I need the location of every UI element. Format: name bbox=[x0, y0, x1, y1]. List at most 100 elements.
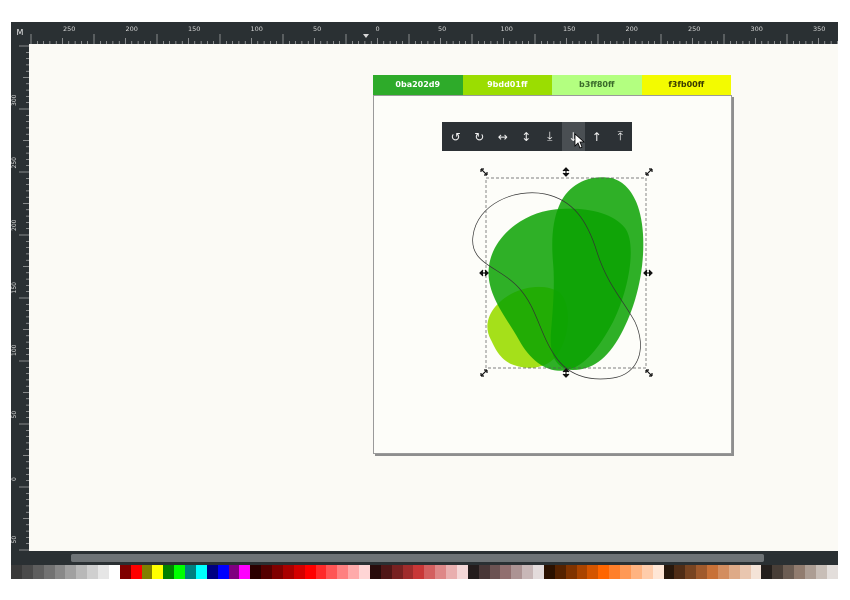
palette-swatch[interactable] bbox=[707, 565, 718, 579]
palette-swatch[interactable] bbox=[413, 565, 425, 579]
palette-swatch[interactable] bbox=[533, 565, 544, 579]
flip-vertical-button[interactable]: ↕ bbox=[515, 122, 539, 151]
palette-swatch[interactable] bbox=[206, 565, 218, 579]
horizontal-scrollbar[interactable] bbox=[11, 551, 838, 565]
palette-swatch[interactable] bbox=[565, 565, 577, 579]
palette-swatch[interactable] bbox=[54, 565, 66, 579]
palette-swatch[interactable] bbox=[195, 565, 207, 579]
palette-swatch[interactable] bbox=[620, 565, 631, 579]
palette-swatch[interactable] bbox=[794, 565, 805, 579]
inkscape-window: M 250 200 150 100 50 0 50 100 150 200 250 300 350 30… bbox=[11, 22, 838, 600]
flip-horizontal-button[interactable]: ↔ bbox=[491, 122, 515, 151]
palette-swatch[interactable] bbox=[674, 565, 686, 579]
palette-swatch[interactable] bbox=[163, 565, 175, 579]
palette-swatch[interactable] bbox=[348, 565, 359, 579]
palette-swatch[interactable] bbox=[609, 565, 620, 579]
raise-button[interactable]: ↑ bbox=[585, 122, 609, 151]
color-swatch-2[interactable]: 9bdd01ff bbox=[462, 75, 552, 95]
palette-swatch[interactable] bbox=[772, 565, 784, 579]
palette-swatch[interactable] bbox=[543, 565, 555, 579]
palette-swatch[interactable] bbox=[728, 565, 740, 579]
palette-swatch[interactable] bbox=[456, 565, 468, 579]
ruler-corner: M bbox=[11, 22, 29, 44]
palette-swatch[interactable] bbox=[435, 565, 446, 579]
palette-swatch[interactable] bbox=[337, 565, 349, 579]
palette-swatch[interactable] bbox=[21, 565, 33, 579]
palette-swatch[interactable] bbox=[43, 565, 55, 579]
palette-swatch[interactable] bbox=[652, 565, 664, 579]
palette-swatch[interactable] bbox=[554, 565, 566, 579]
palette-swatch[interactable] bbox=[87, 565, 98, 579]
palette-swatch[interactable] bbox=[587, 565, 599, 579]
palette-swatch[interactable] bbox=[228, 565, 240, 579]
palette-swatch[interactable] bbox=[641, 565, 653, 579]
palette-swatch[interactable] bbox=[108, 565, 120, 579]
palette-swatch[interactable] bbox=[685, 565, 697, 579]
palette-swatch[interactable] bbox=[380, 565, 392, 579]
palette-swatch[interactable] bbox=[489, 565, 501, 579]
flip-horizontal-icon: ↔ bbox=[497, 129, 508, 144]
palette-swatch[interactable] bbox=[359, 565, 370, 579]
palette-swatch[interactable] bbox=[815, 565, 827, 579]
palette-swatch[interactable] bbox=[630, 565, 642, 579]
palette-swatch[interactable] bbox=[304, 565, 316, 579]
palette-swatch[interactable] bbox=[11, 565, 22, 579]
palette-swatch[interactable] bbox=[76, 565, 88, 579]
rotate-ccw-button[interactable]: ↺ bbox=[444, 122, 468, 151]
palette-swatch[interactable] bbox=[826, 565, 838, 579]
scrollbar-thumb[interactable] bbox=[71, 554, 764, 562]
palette-swatch[interactable] bbox=[261, 565, 272, 579]
palette-swatch[interactable] bbox=[522, 565, 533, 579]
color-swatch-4[interactable]: f3fb00ff bbox=[641, 75, 731, 95]
palette-swatch[interactable] bbox=[576, 565, 588, 579]
palette-swatch[interactable] bbox=[141, 565, 153, 579]
raise-icon: ↑ bbox=[591, 129, 602, 144]
raise-to-top-button[interactable]: ⤒ bbox=[609, 122, 633, 151]
palette-swatch[interactable] bbox=[478, 565, 490, 579]
color-swatch-bar: 0ba202d9 9bdd01ff b3ff80ff f3fb00ff bbox=[373, 75, 731, 95]
palette-swatch[interactable] bbox=[326, 565, 338, 579]
palette-swatch[interactable] bbox=[446, 565, 457, 579]
palette-swatch[interactable] bbox=[272, 565, 283, 579]
vertical-ruler-ticks: 30025020015010050050100 bbox=[11, 45, 29, 600]
palette-swatch[interactable] bbox=[424, 565, 436, 579]
palette-swatch[interactable] bbox=[467, 565, 479, 579]
palette-swatch[interactable] bbox=[717, 565, 729, 579]
palette-swatch[interactable] bbox=[293, 565, 305, 579]
palette-swatch[interactable] bbox=[500, 565, 512, 579]
flip-vertical-icon: ↕ bbox=[521, 129, 532, 144]
palette-swatch[interactable] bbox=[369, 565, 381, 579]
rotate-cw-button[interactable]: ↻ bbox=[468, 122, 492, 151]
palette-swatch[interactable] bbox=[402, 565, 414, 579]
palette-swatch[interactable] bbox=[217, 565, 229, 579]
palette-swatch[interactable] bbox=[98, 565, 109, 579]
palette-swatch[interactable] bbox=[32, 565, 44, 579]
palette-swatch[interactable] bbox=[391, 565, 403, 579]
palette-swatch[interactable] bbox=[761, 565, 773, 579]
palette-swatch[interactable] bbox=[315, 565, 327, 579]
color-swatch-3[interactable]: b3ff80ff bbox=[552, 75, 642, 95]
lower-button[interactable]: ↓ bbox=[561, 122, 585, 151]
palette-swatch[interactable] bbox=[174, 565, 185, 579]
palette-swatch[interactable] bbox=[239, 565, 251, 579]
ruler-label: 200 bbox=[126, 25, 138, 33]
palette-swatch[interactable] bbox=[282, 565, 294, 579]
palette-swatch[interactable] bbox=[130, 565, 142, 579]
palette-swatch[interactable] bbox=[152, 565, 164, 579]
palette-swatch[interactable] bbox=[783, 565, 794, 579]
palette-swatch[interactable] bbox=[250, 565, 262, 579]
palette-swatch[interactable] bbox=[804, 565, 816, 579]
palette-swatch[interactable] bbox=[598, 565, 610, 579]
ruler-label: 250 bbox=[11, 157, 18, 169]
palette-swatch[interactable] bbox=[119, 565, 131, 579]
palette-swatch[interactable] bbox=[511, 565, 523, 579]
palette-swatch[interactable] bbox=[663, 565, 675, 579]
palette-swatch[interactable] bbox=[750, 565, 762, 579]
palette-swatch[interactable] bbox=[696, 565, 707, 579]
color-swatch-1[interactable]: 0ba202d9 bbox=[373, 75, 463, 95]
palette-swatch[interactable] bbox=[65, 565, 77, 579]
palette-swatch[interactable] bbox=[185, 565, 196, 579]
lower-to-bottom-button[interactable]: ⤓ bbox=[538, 122, 562, 151]
ruler-label: 50 bbox=[11, 411, 18, 419]
palette-swatch[interactable] bbox=[739, 565, 751, 579]
